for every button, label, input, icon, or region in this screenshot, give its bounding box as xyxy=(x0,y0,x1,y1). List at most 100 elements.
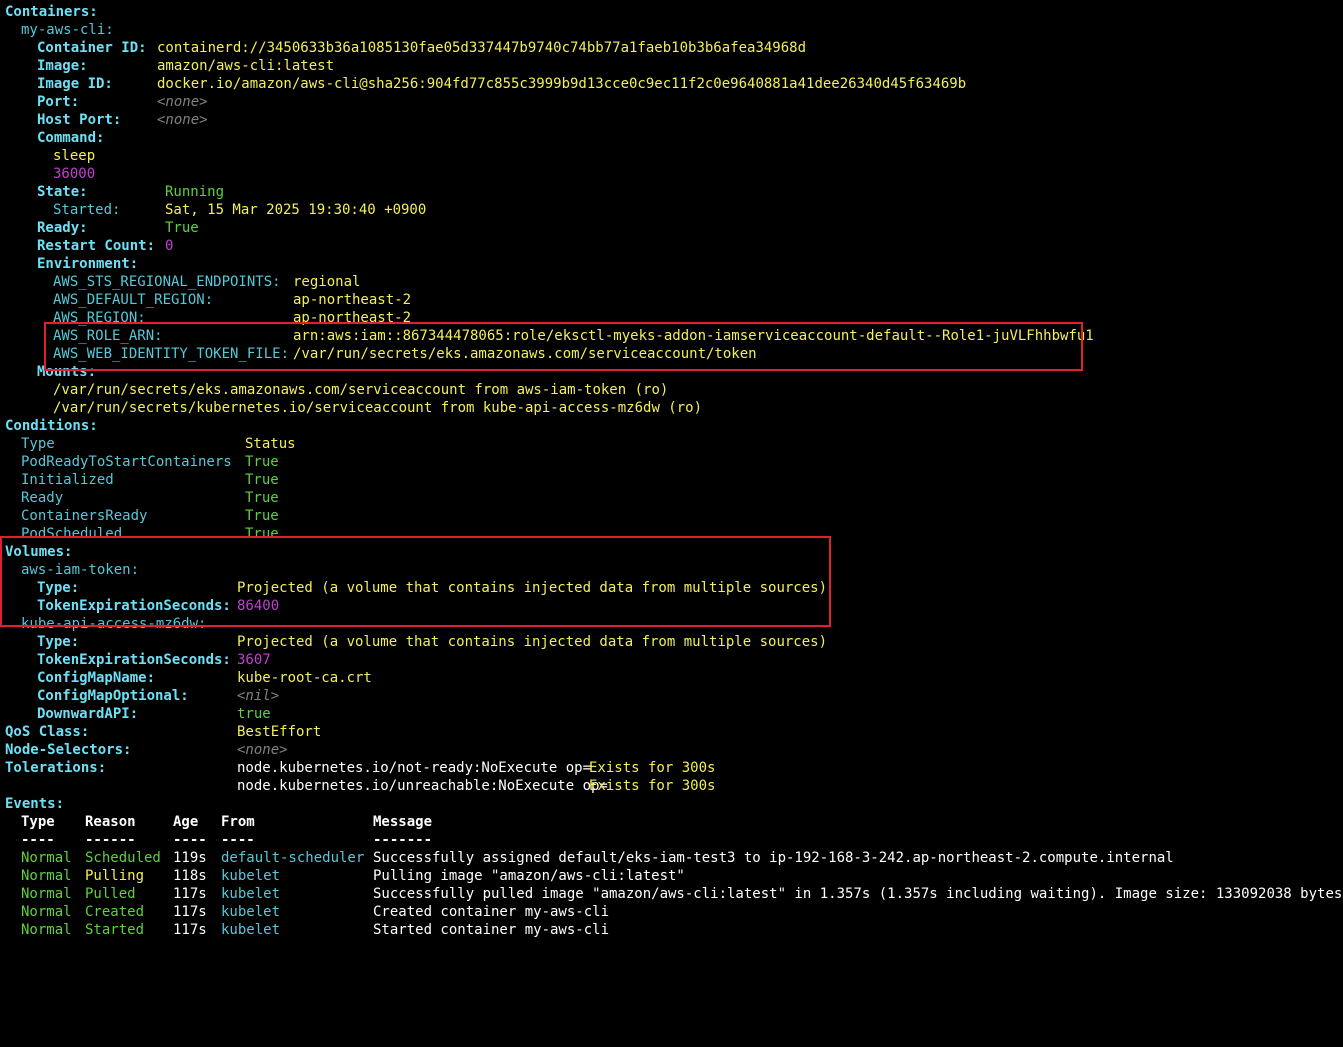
command-arg: sleep xyxy=(0,147,1343,165)
toleration-op: Exists for 300s xyxy=(589,778,716,794)
command-arg: 36000 xyxy=(0,165,1343,183)
container-id-value: containerd://3450633b36a1085130fae05d337… xyxy=(157,40,807,56)
dash-age: ---- xyxy=(173,832,207,848)
field-label: Restart Count: xyxy=(37,238,156,254)
toleration-row: node.kubernetes.io/unreachable:NoExecute… xyxy=(0,777,1343,795)
field-label: Tolerations: xyxy=(5,760,107,776)
event-reason: Pulled xyxy=(85,886,136,902)
field-label: Port: xyxy=(37,94,80,110)
env-var-row: AWS_ROLE_ARN: arn:aws:iam::867344478065:… xyxy=(0,327,1343,345)
condition-row: Initialized True xyxy=(0,471,1343,489)
env-var-key: AWS_DEFAULT_REGION: xyxy=(53,292,214,308)
volume-name: aws-iam-token: xyxy=(21,562,140,578)
event-from: kubelet xyxy=(221,904,281,920)
volumes-section: Volumes: xyxy=(0,543,1343,561)
field-label: TokenExpirationSeconds: xyxy=(37,598,231,614)
event-reason: Created xyxy=(85,904,145,920)
col-age: Age xyxy=(173,814,199,830)
condition-status: True xyxy=(245,490,279,506)
events-header: Events: xyxy=(5,796,65,812)
field-label: Image: xyxy=(37,58,88,74)
volume-entry: kube-api-access-mz6dw: xyxy=(0,615,1343,633)
event-row: Normal Scheduled 119s default-scheduler … xyxy=(0,849,1343,867)
port-value: <none> xyxy=(157,94,208,110)
event-from: default-scheduler xyxy=(221,850,365,866)
env-var-value: regional xyxy=(293,274,361,290)
env-var-value: arn:aws:iam::867344478065:role/eksctl-my… xyxy=(293,328,1094,344)
event-type: Normal xyxy=(21,886,72,902)
env-var-row: AWS_WEB_IDENTITY_TOKEN_FILE: /var/run/se… xyxy=(0,345,1343,363)
mount-value: /var/run/secrets/kubernetes.io/serviceac… xyxy=(53,400,703,416)
configmap-name-row: ConfigMapName: kube-root-ca.crt xyxy=(0,669,1343,687)
event-age: 117s xyxy=(173,886,207,902)
toleration-op: Exists for 300s xyxy=(589,760,716,776)
condition-type: Ready xyxy=(21,490,64,506)
field-label: QoS Class: xyxy=(5,724,90,740)
condition-row: PodScheduled True xyxy=(0,525,1343,543)
event-reason: Pulling xyxy=(85,868,145,884)
configmap-optional-row: ConfigMapOptional: <nil> xyxy=(0,687,1343,705)
ready-value: True xyxy=(165,220,199,236)
event-age: 117s xyxy=(173,922,207,938)
downward-api-value: true xyxy=(237,706,271,722)
event-row: Normal Started 117s kubelet Started cont… xyxy=(0,921,1343,939)
containers-section: Containers: xyxy=(0,3,1343,21)
condition-row: PodReadyToStartContainers True xyxy=(0,453,1343,471)
event-type: Normal xyxy=(21,904,72,920)
volume-name: kube-api-access-mz6dw: xyxy=(21,616,207,632)
col-status: Status xyxy=(245,436,296,452)
col-from: From xyxy=(221,814,255,830)
dash-reason: ------ xyxy=(85,832,136,848)
token-exp-row: TokenExpirationSeconds: 86400 xyxy=(0,597,1343,615)
container-name: my-aws-cli: xyxy=(21,22,114,38)
port-row: Port: <none> xyxy=(0,93,1343,111)
field-label: ConfigMapOptional: xyxy=(37,688,189,704)
conditions-header: Conditions: xyxy=(5,418,98,434)
env-var-key: AWS_ROLE_ARN: xyxy=(53,328,163,344)
configmap-name-value: kube-root-ca.crt xyxy=(237,670,372,686)
event-row: Normal Pulling 118s kubelet Pulling imag… xyxy=(0,867,1343,885)
event-from: kubelet xyxy=(221,886,281,902)
env-var-key: AWS_REGION: xyxy=(53,310,146,326)
event-from: kubelet xyxy=(221,922,281,938)
event-type: Normal xyxy=(21,850,72,866)
image-row: Image: amazon/aws-cli:latest xyxy=(0,57,1343,75)
container-entry: my-aws-cli: xyxy=(0,21,1343,39)
field-label: Type: xyxy=(37,634,80,650)
event-age: 119s xyxy=(173,850,207,866)
state-value: Running xyxy=(165,184,225,200)
event-reason: Started xyxy=(85,922,145,938)
field-label: Container ID: xyxy=(37,40,147,56)
event-message: Successfully assigned default/eks-iam-te… xyxy=(373,850,1174,866)
state-row: State: Running xyxy=(0,183,1343,201)
event-message: Successfully pulled image "amazon/aws-cl… xyxy=(373,886,1343,902)
dash-message: ------- xyxy=(373,832,433,848)
qos-value: BestEffort xyxy=(237,724,322,740)
env-var-value: ap-northeast-2 xyxy=(293,292,412,308)
qos-row: QoS Class: BestEffort xyxy=(0,723,1343,741)
dash-from: ---- xyxy=(221,832,255,848)
volume-type-row: Type: Projected (a volume that contains … xyxy=(0,633,1343,651)
env-var-row: AWS_REGION: ap-northeast-2 xyxy=(0,309,1343,327)
field-label: ConfigMapName: xyxy=(37,670,156,686)
image-id-value: docker.io/amazon/aws-cli@sha256:904fd77c… xyxy=(157,76,967,92)
event-from: kubelet xyxy=(221,868,281,884)
containers-header: Containers: xyxy=(5,4,98,20)
condition-status: True xyxy=(245,472,279,488)
terminal-output: Containers: my-aws-cli: Container ID: co… xyxy=(0,0,1343,939)
condition-type: PodScheduled xyxy=(21,526,123,542)
field-label: Host Port: xyxy=(37,112,122,128)
configmap-optional-value: <nil> xyxy=(237,688,280,704)
dash-type: ---- xyxy=(21,832,55,848)
field-label: State: xyxy=(37,184,88,200)
col-type: Type xyxy=(21,814,55,830)
col-reason: Reason xyxy=(85,814,136,830)
downward-api-row: DownwardAPI: true xyxy=(0,705,1343,723)
conditions-col-header: Type Status xyxy=(0,435,1343,453)
container-id-row: Container ID: containerd://3450633b36a10… xyxy=(0,39,1343,57)
env-var-key: AWS_STS_REGIONAL_ENDPOINTS: xyxy=(53,274,281,290)
event-reason: Scheduled xyxy=(85,850,161,866)
ready-row: Ready: True xyxy=(0,219,1343,237)
event-message: Started container my-aws-cli xyxy=(373,922,610,938)
env-var-value: ap-northeast-2 xyxy=(293,310,412,326)
